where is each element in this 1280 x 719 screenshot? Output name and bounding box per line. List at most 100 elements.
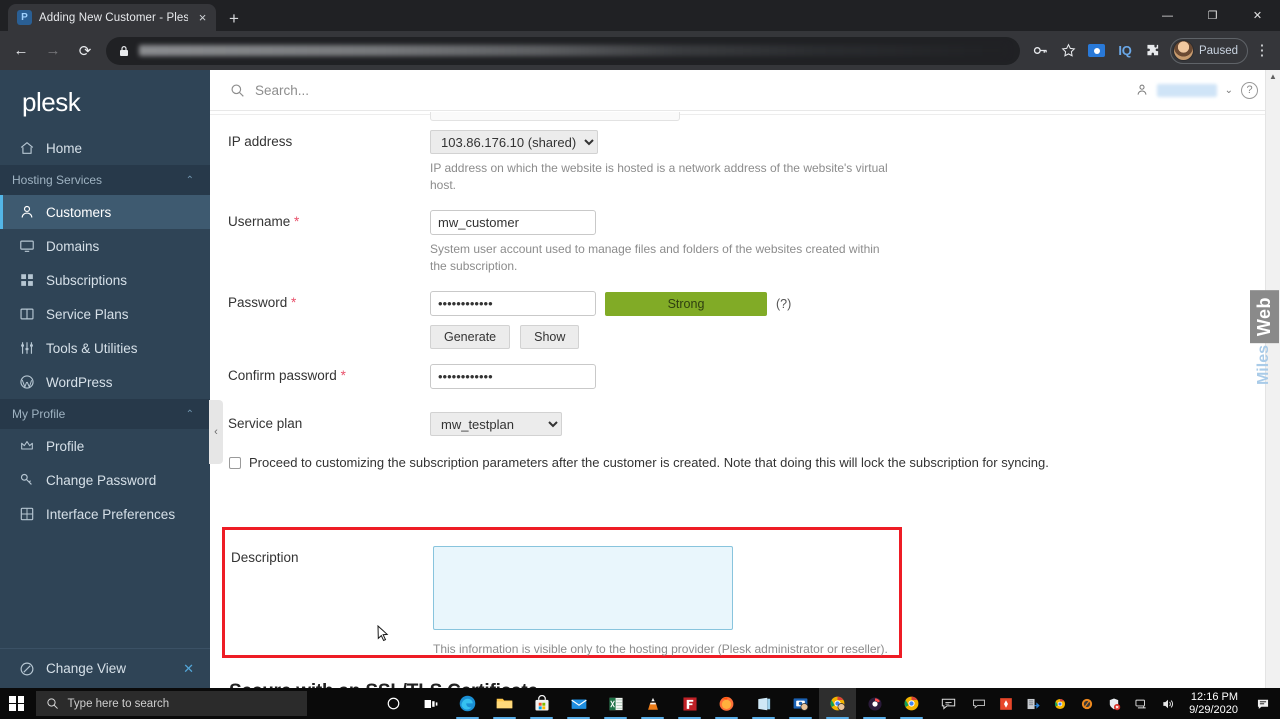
excel-icon[interactable]	[597, 688, 634, 719]
sidebar-group-my-profile[interactable]: My Profile ⌃	[0, 399, 210, 429]
task-view-icon[interactable]	[412, 688, 449, 719]
iq-extension-icon[interactable]: IQ	[1112, 38, 1138, 64]
browser-menu-icon[interactable]: ⋮	[1250, 43, 1274, 58]
confirm-password-input[interactable]	[430, 364, 596, 389]
orange-app-icon[interactable]	[994, 688, 1018, 719]
sidebar-change-view-label: Change View	[46, 661, 127, 676]
puzzle-extension-icon[interactable]	[1140, 38, 1166, 64]
network-icon[interactable]	[1129, 688, 1153, 719]
sidebar-item-profile[interactable]: Profile	[0, 429, 210, 463]
sidebar-item-service-plans[interactable]: Service Plans	[0, 297, 210, 331]
star-icon[interactable]	[1056, 38, 1082, 64]
sidebar-item-domains[interactable]: Domains	[0, 229, 210, 263]
sidebar-collapse-handle[interactable]: ‹	[209, 400, 223, 464]
username-label-text: Username	[228, 214, 291, 229]
chrome-tray-icon[interactable]	[1048, 688, 1072, 719]
sidebar-item-interface-preferences[interactable]: Interface Preferences	[0, 497, 210, 531]
mileswebwatermark: Web Miles	[1249, 290, 1279, 430]
key-icon	[18, 472, 35, 489]
sidebar-item-label: Home	[46, 140, 83, 156]
proceed-checkbox[interactable]	[229, 457, 241, 469]
username-redacted[interactable]	[1156, 83, 1217, 97]
firefox-icon[interactable]	[708, 688, 745, 719]
tab-close-icon[interactable]: ×	[195, 11, 210, 24]
notification-icon[interactable]	[1250, 688, 1276, 719]
file-explorer-icon[interactable]	[486, 688, 523, 719]
chat-icon[interactable]	[930, 688, 967, 719]
cortana-icon[interactable]	[375, 688, 412, 719]
sidebar-item-home[interactable]: Home	[0, 131, 210, 165]
chrome-active-icon[interactable]	[819, 688, 857, 719]
sidebar-item-customers[interactable]: Customers	[0, 195, 210, 229]
defender-icon[interactable]	[1102, 688, 1126, 719]
plesk-logo[interactable]: plesk	[0, 70, 210, 131]
browser-tab[interactable]: P Adding New Customer - Plesk Ol ×	[8, 4, 216, 31]
sidebar-group-hosting-services[interactable]: Hosting Services ⌃	[0, 165, 210, 195]
required-marker: *	[340, 368, 346, 383]
vlc-icon[interactable]	[634, 688, 671, 719]
service-plan-select[interactable]: mw_testplan	[430, 412, 562, 436]
password-row: Strong (?)	[430, 291, 1280, 316]
password-label: Password *	[228, 291, 430, 349]
media-player-icon[interactable]	[856, 688, 893, 719]
antivirus-icon[interactable]	[1075, 688, 1099, 719]
generate-password-button[interactable]: Generate	[430, 325, 511, 349]
taskbar-clock[interactable]: 12:16 PM 9/29/2020	[1183, 691, 1247, 717]
global-search[interactable]: Search...	[230, 83, 1135, 98]
reload-icon[interactable]: ⟳	[70, 36, 100, 66]
filezilla-icon[interactable]	[671, 688, 708, 719]
proceed-checkbox-row[interactable]: Proceed to customizing the subscription …	[210, 455, 1280, 470]
description-hint: This information is visible only to the …	[433, 642, 888, 656]
mail-icon[interactable]	[560, 688, 597, 719]
sidebar-change-view[interactable]: Change View ✕	[0, 648, 210, 688]
screen-recorder-icon[interactable]	[782, 688, 819, 719]
screen-extension-icon[interactable]	[1084, 38, 1110, 64]
sidebar-item-tools-utilities[interactable]: Tools & Utilities	[0, 331, 210, 365]
ip-address-select[interactable]: 103.86.176.10 (shared)	[430, 130, 598, 154]
sidebar-item-change-password[interactable]: Change Password	[0, 463, 210, 497]
new-tab-button[interactable]: +	[229, 10, 239, 27]
chevron-down-icon[interactable]: ⌄	[1225, 85, 1233, 96]
ip-address-label: IP address	[228, 134, 293, 149]
show-password-button[interactable]: Show	[520, 325, 580, 349]
sidebar-item-subscriptions[interactable]: Subscriptions	[0, 263, 210, 297]
back-icon[interactable]: ←	[6, 36, 36, 66]
search-placeholder: Search...	[255, 82, 310, 98]
taskbar-search[interactable]: Type here to search	[35, 691, 308, 716]
minimize-button[interactable]: —	[1145, 0, 1190, 31]
password-input[interactable]	[430, 291, 596, 316]
field-row-password: Password * Strong (?) Generate Show	[210, 291, 1280, 349]
volume-icon[interactable]	[1156, 688, 1180, 719]
tab-title: Adding New Customer - Plesk Ol	[39, 11, 188, 24]
wordpress-icon	[18, 374, 35, 391]
sidebar-item-wordpress[interactable]: WordPress	[0, 365, 210, 399]
password-label-text: Password	[228, 295, 288, 310]
update-icon[interactable]	[1021, 688, 1045, 719]
chat-tray-icon[interactable]	[967, 688, 991, 719]
window-controls: — ❐ ✕	[1145, 0, 1280, 31]
microsoft-store-icon[interactable]	[523, 688, 560, 719]
help-icon[interactable]: ?	[1241, 81, 1258, 99]
onenote-icon[interactable]	[745, 688, 782, 719]
close-icon[interactable]: ✕	[183, 661, 194, 677]
sidebar-item-label: Change Password	[46, 472, 157, 488]
start-button[interactable]	[0, 688, 34, 719]
topbar-actions: ⌄ ?	[1135, 81, 1258, 99]
field-row-ip-address: IP address 103.86.176.10 (shared) IP add…	[210, 130, 1280, 194]
clock-date: 9/29/2020	[1189, 703, 1238, 716]
maximize-button[interactable]: ❐	[1190, 0, 1235, 31]
search-icon	[46, 697, 59, 710]
clock-time: 12:16 PM	[1190, 690, 1238, 703]
address-bar[interactable]	[106, 36, 1020, 65]
password-help-icon[interactable]: (?)	[776, 297, 791, 311]
forward-icon[interactable]: →	[38, 36, 68, 66]
profile-status-button[interactable]: Paused	[1169, 37, 1248, 64]
username-input[interactable]	[430, 210, 596, 235]
chrome-icon[interactable]	[893, 688, 930, 719]
close-window-button[interactable]: ✕	[1235, 0, 1280, 31]
key-icon[interactable]	[1028, 38, 1054, 64]
edge-icon[interactable]	[449, 688, 486, 719]
watermark-secondary: Miles	[1255, 345, 1272, 386]
description-textarea[interactable]	[433, 546, 733, 630]
scroll-up-arrow-icon[interactable]: ▲	[1269, 72, 1277, 81]
